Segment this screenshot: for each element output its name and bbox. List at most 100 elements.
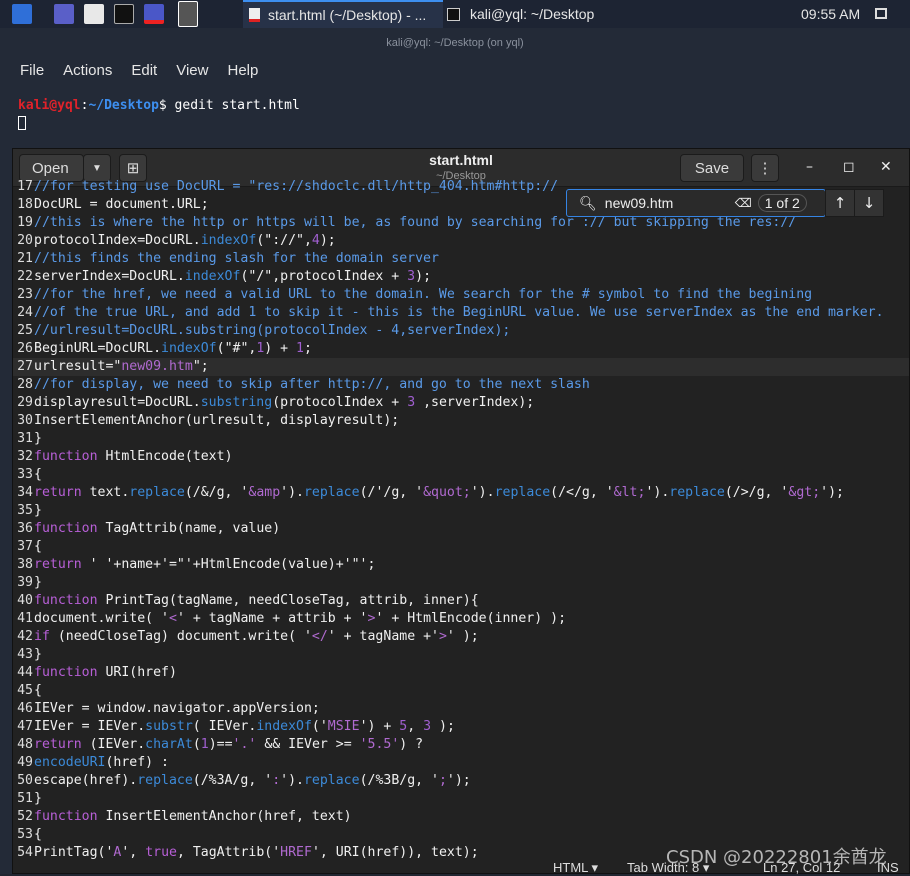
code-line[interactable]: 23//for the href, we need a valid URL to…	[13, 286, 909, 304]
code-editor[interactable]: 17//for testing use DocURL = "res://shdo…	[13, 178, 909, 859]
command-text: gedit start.html	[166, 98, 300, 113]
menu-help[interactable]: Help	[227, 62, 258, 79]
code-token: IEVer = window.navigator.appVersion;	[34, 701, 320, 716]
close-icon[interactable]: ✕	[880, 159, 892, 175]
code-line[interactable]: 37{	[13, 538, 909, 556]
code-token: function	[34, 521, 98, 536]
code-line[interactable]: 29displayresult=DocURL.substring(protoco…	[13, 394, 909, 412]
code-token: }	[34, 431, 42, 446]
code-token: ;	[438, 773, 447, 788]
terminal-title: kali@yql: ~/Desktop (on yql)	[386, 37, 524, 49]
code-line[interactable]: 26BeginURL=DocURL.indexOf("#",1) + 1;	[13, 340, 909, 358]
line-number: 25	[17, 323, 33, 338]
code-line[interactable]: 45{	[13, 682, 909, 700]
search-bar[interactable]: 🔍︎ new09.htm ⌫ 1 of 2	[566, 189, 826, 217]
gedit-window: Open ▼ ⊞ start.html ~/Desktop Save ⋮ – ◻…	[12, 148, 910, 875]
code-token: //this is where the http or https will b…	[34, 215, 797, 230]
code-token: ') +	[359, 719, 400, 734]
code-line[interactable]: 49encodeURI(href) :	[13, 754, 909, 772]
line-number: 45	[17, 683, 33, 698]
terminal-menubar: File Actions Edit View Help	[0, 58, 910, 82]
code-token: ' + HtmlEncode(inner) );	[375, 611, 567, 626]
menu-edit[interactable]: Edit	[131, 62, 157, 79]
code-token: new09.htm	[121, 359, 193, 374]
code-line[interactable]: 39}	[13, 574, 909, 592]
clock[interactable]: 09:55 AM	[801, 0, 860, 28]
code-line[interactable]: 51}	[13, 790, 909, 808]
maximize-icon[interactable]: ◻	[843, 159, 855, 175]
line-number: 41	[17, 611, 33, 626]
code-token: ').	[280, 485, 304, 500]
screen-recorder-icon[interactable]	[144, 4, 164, 24]
code-line[interactable]: 41document.write( '<' + tagName + attrib…	[13, 610, 909, 628]
next-match-button[interactable]: ↓	[854, 189, 884, 217]
line-number: 29	[17, 395, 33, 410]
code-token: &quot;	[423, 485, 471, 500]
code-line[interactable]: 42if (needCloseTag) document.write( '</'…	[13, 628, 909, 646]
code-token: '.'	[232, 737, 257, 752]
line-number: 44	[17, 665, 33, 680]
menu-file[interactable]: File	[20, 62, 44, 79]
code-token: if	[34, 629, 50, 644]
line-number: 53	[17, 827, 33, 842]
code-token: escape(href).	[34, 773, 138, 788]
line-number: 30	[17, 413, 33, 428]
code-line[interactable]: 21//this finds the ending slash for the …	[13, 250, 909, 268]
previous-match-button[interactable]: ↑	[825, 189, 855, 217]
code-line[interactable]: 30InsertElementAnchor(urlresult, display…	[13, 412, 909, 430]
line-number: 33	[17, 467, 33, 482]
workspace-icon[interactable]	[54, 4, 74, 24]
line-number: 42	[17, 629, 33, 644]
code-line[interactable]: 31}	[13, 430, 909, 448]
code-token: );	[431, 719, 455, 734]
code-line[interactable]: 27urlresult="new09.htm";	[13, 358, 909, 376]
code-line[interactable]: 32function HtmlEncode(text)	[13, 448, 909, 466]
code-line[interactable]: 34return text.replace(/&/g, '&amp').repl…	[13, 484, 909, 502]
code-token: , TagAttrib('	[176, 845, 281, 859]
code-line[interactable]: 24//of the true URL, and add 1 to skip i…	[13, 304, 909, 322]
code-line[interactable]: 25//urlresult=DocURL.substring(protocolI…	[13, 322, 909, 340]
code-line[interactable]: 53{	[13, 826, 909, 844]
search-input[interactable]: new09.htm	[605, 195, 735, 211]
code-line[interactable]: 38return ' '+name+'="'+HtmlEncode(value)…	[13, 556, 909, 574]
code-token: IEVer = IEVer.	[34, 719, 146, 734]
code-line[interactable]: 52function InsertElementAnchor(href, tex…	[13, 808, 909, 826]
code-line[interactable]: 36function TagAttrib(name, value)	[13, 520, 909, 538]
minimize-icon[interactable]: –	[806, 159, 813, 175]
code-line[interactable]: 40function PrintTag(tagName, needCloseTa…	[13, 592, 909, 610]
menu-actions[interactable]: Actions	[63, 62, 112, 79]
terminal-launcher-icon[interactable]	[114, 4, 134, 24]
notification-icon[interactable]	[875, 8, 887, 19]
code-token: return	[34, 737, 82, 752]
code-token: );	[415, 269, 432, 284]
code-line[interactable]: 35}	[13, 502, 909, 520]
code-line[interactable]: 50escape(href).replace(/%3A/g, ':').repl…	[13, 772, 909, 790]
code-token: 1	[200, 737, 209, 752]
window-preview-icon[interactable]	[178, 1, 198, 27]
code-line[interactable]: 20protocolIndex=DocURL.indexOf("://",4);	[13, 232, 909, 250]
code-line[interactable]: 47IEVer = IEVer.substr( IEVer.indexOf('M…	[13, 718, 909, 736]
code-token: ";	[192, 359, 209, 374]
code-token: //for testing use DocURL = "res://shdocl…	[34, 179, 559, 194]
code-token: 3	[407, 395, 416, 410]
prompt-user: kali@yql	[18, 98, 81, 113]
kali-menu-icon[interactable]	[12, 4, 32, 24]
file-manager-icon[interactable]	[84, 4, 104, 24]
code-line[interactable]: 33{	[13, 466, 909, 484]
code-line[interactable]: 48return (IEVer.charAt(1)=='.' && IEVer …	[13, 736, 909, 754]
code-line[interactable]: 22serverIndex=DocURL.indexOf("/",protoco…	[13, 268, 909, 286]
code-line[interactable]: 44function URI(href)	[13, 664, 909, 682]
menu-view[interactable]: View	[176, 62, 208, 79]
task-terminal[interactable]: kali@yql: ~/Desktop	[447, 0, 594, 28]
code-token: encodeURI	[34, 755, 106, 770]
code-line[interactable]: 28//for display, we need to skip after h…	[13, 376, 909, 394]
code-token: urlresult="	[34, 359, 122, 374]
clear-search-icon[interactable]: ⌫	[735, 196, 752, 210]
code-token: function	[34, 809, 98, 824]
line-number: 34	[17, 485, 33, 500]
code-line[interactable]: 46IEVer = window.navigator.appVersion;	[13, 700, 909, 718]
code-line[interactable]: 43}	[13, 646, 909, 664]
terminal-icon	[447, 7, 460, 21]
match-count: 1 of 2	[757, 194, 807, 212]
task-gedit[interactable]: start.html (~/Desktop) - ...	[243, 0, 443, 28]
